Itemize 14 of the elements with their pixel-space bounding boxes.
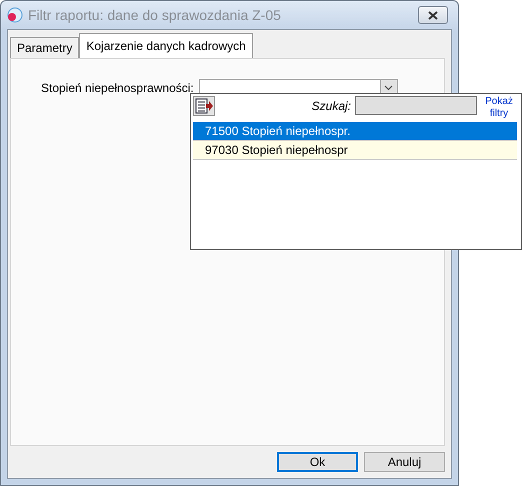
ok-button[interactable]: Ok [277,452,358,472]
columns-icon[interactable] [193,96,215,116]
close-button[interactable] [418,6,448,24]
window-title: Filtr raportu: dane do sprawozdania Z-05 [28,7,282,23]
tab[interactable]: Parametry [10,37,80,58]
field-label: Stopień niepełnosprawności: [41,80,194,95]
list-item[interactable]: 97030 Stopień niepełnospr [193,141,517,160]
search-field[interactable] [355,96,477,115]
app-icon [7,7,23,23]
list-item[interactable]: 71500 Stopień niepełnospr. [193,122,517,141]
cancel-button[interactable]: Anuluj [364,452,445,472]
tab[interactable]: Kojarzenie danych kadrowych [79,33,253,58]
close-icon [428,10,438,20]
search-label: Szukaj: [310,98,351,113]
